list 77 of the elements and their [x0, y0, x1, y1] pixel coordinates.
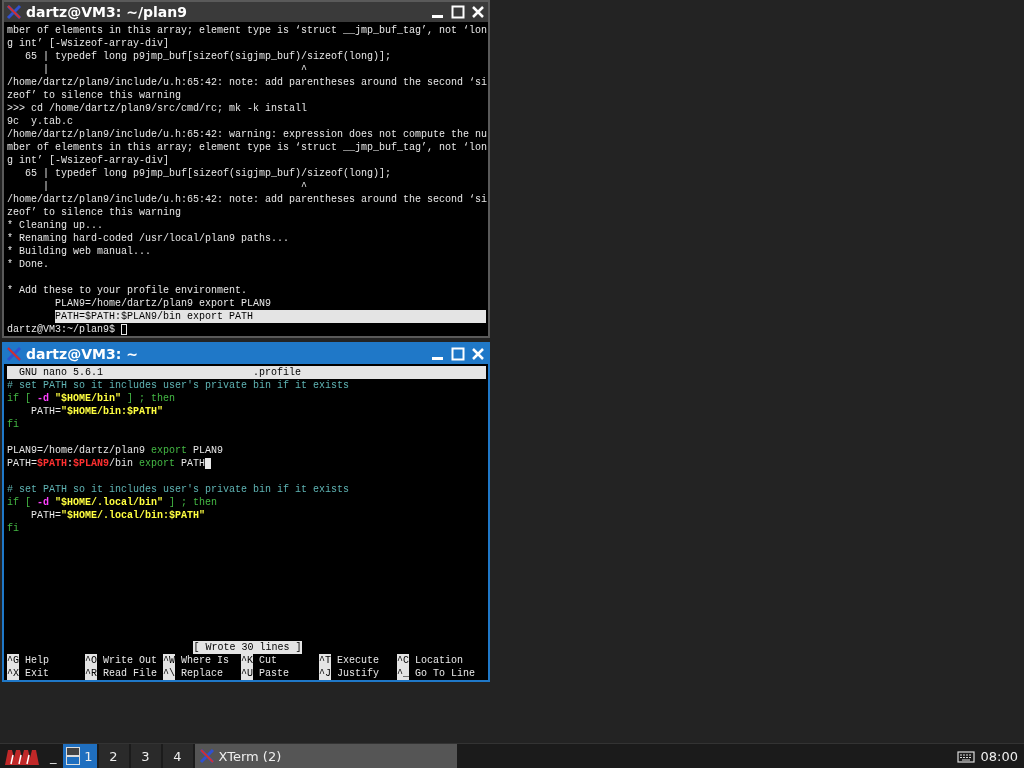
terminal-line: /home/dartz/plan9/include/u.h:65:42: warning: expression does not compute the nu [7, 128, 488, 141]
shortcut-key: ^J [319, 667, 331, 680]
terminal-line: PLAN9=/home/dartz/plan9 export PLAN9 [54, 297, 273, 310]
terminal-line: * Renaming hard-coded /usr/local/plan9 paths... [7, 232, 291, 245]
prompt-text: dartz@VM3:~/plan9$ [7, 323, 117, 336]
xterm-icon [6, 4, 22, 20]
window-title: dartz@VM3: ~/plan9 [26, 4, 187, 20]
terminal-line: | ^ [42, 180, 309, 193]
file-name: .profile [253, 366, 302, 379]
terminal-line: mber of elements in this array; element type is ‘struct __jmp_buf_tag’, not ‘lon [7, 141, 488, 154]
shortcut-key: ^T [319, 654, 331, 667]
terminal-line: mber of elements in this array; element type is ‘struct __jmp_buf_tag’, not ‘lon [7, 24, 488, 37]
shortcut-label: Cut [258, 654, 278, 667]
shortcut-label: Where Is [180, 654, 230, 667]
workspace-button[interactable]: 4 [162, 744, 193, 768]
code-line: # set PATH so it includes user's private bin if it exists [7, 483, 350, 496]
shortcut-key: ^X [7, 667, 19, 680]
shortcut-label: Replace [180, 667, 224, 680]
shortcut-key: ^O [85, 654, 97, 667]
text-cursor [205, 458, 212, 469]
terminal-line: * Add these to your profile environment. [7, 284, 249, 297]
xterm-icon [6, 346, 22, 362]
terminal-line: 9c y.tab.c [7, 115, 74, 128]
editor-version: GNU nano 5.6.1 [18, 366, 103, 379]
clock[interactable]: 08:00 [976, 748, 1024, 764]
shortcut-key: ^K [241, 654, 253, 667]
shortcut-label: Go To Line [414, 667, 476, 680]
terminal-line: * Done. [7, 258, 50, 271]
shortcut-label: Exit [24, 667, 50, 680]
terminal-line: * Cleaning up... [7, 219, 104, 232]
close-icon[interactable] [470, 4, 486, 20]
shortcut-label: Write Out [102, 654, 158, 667]
code-line: fi [7, 418, 19, 431]
shortcut-label: Justify [336, 667, 380, 680]
shortcut-key: ^W [163, 654, 175, 667]
terminal-line: >>> cd /home/dartz/plan9/src/cmd/rc; mk -k install [7, 102, 309, 115]
shortcut-key: ^C [397, 654, 409, 667]
terminal-line: /home/dartz/plan9/include/u.h:65:42: note: add parentheses around the second ‘si [7, 193, 488, 206]
terminal-line: 65 | typedef long p9jmp_buf[sizeof(sigjmp_buf)/sizeof(long)]; [24, 50, 393, 63]
xterm-icon [198, 748, 215, 764]
code-line: PATH="$HOME/bin:$PATH" [30, 405, 164, 418]
terminal-line: /home/dartz/plan9/include/u.h:65:42: note: add parentheses around the second ‘si [7, 76, 488, 89]
terminal-line: zeof’ to silence this warning [7, 206, 183, 219]
status-message: [ Wrote 30 lines ] [193, 641, 302, 654]
shortcut-label: Read File [102, 667, 158, 680]
terminal-line: g int’ [-Wsizeof-array-div] [7, 37, 171, 50]
workspace-button[interactable]: 2 [98, 744, 129, 768]
code-line: fi [7, 522, 19, 535]
code-line: if [ -d "$HOME/bin" ] ; then [7, 392, 176, 405]
shortcut-key: ^U [241, 667, 253, 680]
terminal-line: g int’ [-Wsizeof-array-div] [7, 154, 171, 167]
workspace-button[interactable]: 1 [62, 744, 97, 768]
terminal-line: 65 | typedef long p9jmp_buf[sizeof(sigjmp_buf)/sizeof(long)]; [24, 167, 393, 180]
code-line: # set PATH so it includes user's private bin if it exists [7, 379, 350, 392]
terminal-line: * Building web manual... [7, 245, 153, 258]
code-line: PATH="$HOME/.local/bin:$PATH" [30, 509, 206, 522]
shortcut-label: Paste [258, 667, 290, 680]
code-line: if [ -d "$HOME/.local/bin" ] ; then [7, 496, 218, 509]
shortcut-key: ^R [85, 667, 97, 680]
keyboard-icon[interactable] [956, 749, 975, 763]
code-line: PATH=$PATH:$PLAN9/bin export PATH [7, 457, 206, 470]
workspace-button[interactable]: 3 [130, 744, 161, 768]
shortcut-key: ^\ [163, 667, 175, 680]
window-title: dartz@VM3: ~ [26, 346, 138, 362]
taskbar-task[interactable]: XTerm (2) [194, 744, 457, 768]
shortcut-label: Location [414, 654, 464, 667]
selected-text: PATH=$PATH:$PLAN9/bin export PATH [55, 310, 486, 323]
terminal-line: zeof’ to silence this warning [7, 89, 183, 102]
window-thumbnail-icon [66, 747, 81, 765]
shortcut-label: Execute [336, 654, 380, 667]
shortcut-key: ^G [7, 654, 19, 667]
shortcut-label: Help [24, 654, 50, 667]
code-line: PLAN9=/home/dartz/plan9 export PLAN9 [7, 444, 224, 457]
show-desktop-button[interactable]: _ [46, 744, 61, 768]
shortcut-key: ^_ [397, 667, 409, 680]
maximize-icon[interactable] [450, 4, 466, 20]
terminal-line: | ^ [42, 63, 309, 76]
